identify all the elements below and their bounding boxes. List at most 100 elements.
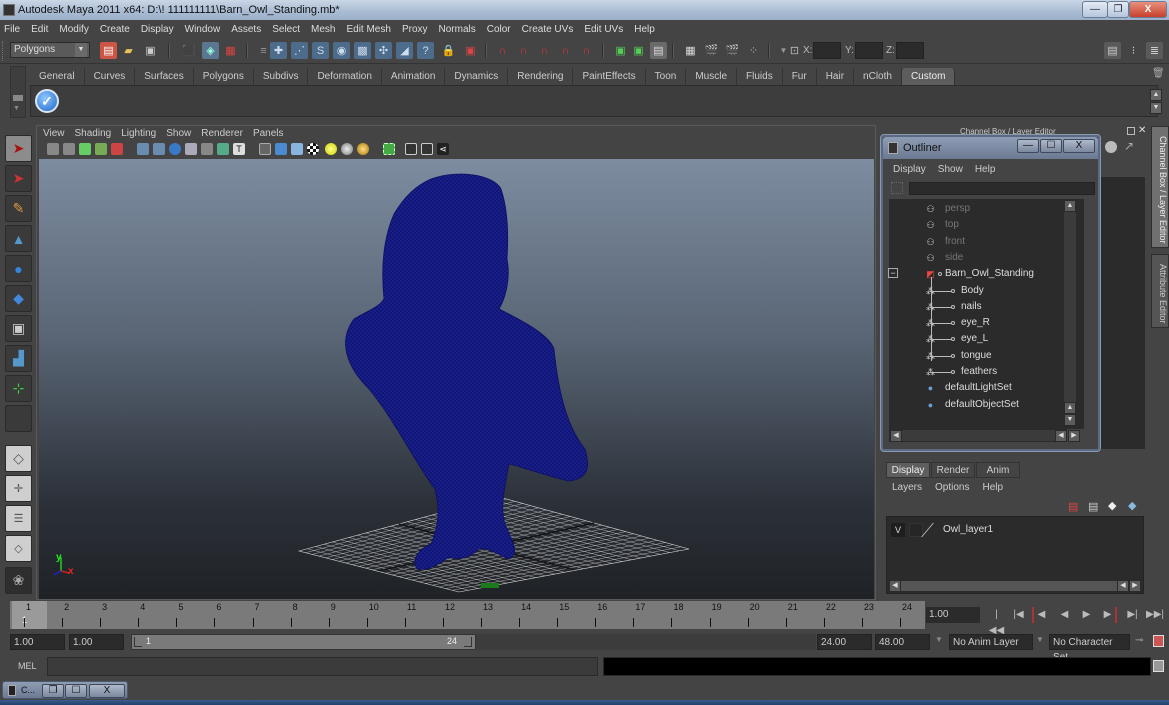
construction-history-icon[interactable]: ▤	[650, 42, 667, 59]
smooth-shade-icon[interactable]	[169, 143, 181, 155]
outliner-item-eye-r[interactable]: ⁂eye_R	[889, 315, 1059, 331]
image-plane-icon[interactable]	[95, 143, 107, 155]
go-to-end-button[interactable]: ▶▶|	[1146, 607, 1164, 623]
outliner-scroll-up-lower-button[interactable]: ▲	[1064, 402, 1076, 414]
outliner-horizontal-scrollbar[interactable]	[889, 429, 1067, 442]
viewport-menu-show[interactable]: Show	[166, 128, 191, 139]
shelf-tab-deformation[interactable]: Deformation	[308, 68, 382, 85]
close-panel-icon[interactable]: ✕	[1138, 125, 1146, 136]
step-forward-frame-button[interactable]: ▶	[1100, 607, 1117, 623]
isolate-select-icon[interactable]	[383, 143, 395, 155]
select-deformations-icon[interactable]: ▩	[354, 42, 371, 59]
step-forward-key-button[interactable]: ▶|	[1124, 607, 1141, 623]
script-editor-icon[interactable]	[1153, 660, 1164, 672]
viewport-menu-lighting[interactable]: Lighting	[121, 128, 156, 139]
layer-tab-render[interactable]: Render	[931, 462, 975, 478]
new-layer-icon[interactable]: ▤	[1088, 500, 1098, 513]
shelf-tab-fluids[interactable]: Fluids	[737, 68, 783, 85]
tab-channel-box[interactable]: Channel Box / Layer Editor	[1151, 126, 1169, 248]
open-scene-icon[interactable]: ▰	[120, 42, 137, 59]
collapse-toggle-icon[interactable]: −	[888, 268, 898, 279]
checkmark-shelf-icon[interactable]: ✓	[35, 89, 59, 113]
soft-modification-icon[interactable]: ▟	[5, 345, 32, 372]
command-input[interactable]	[47, 657, 598, 676]
viewport-menu-view[interactable]: View	[43, 128, 65, 139]
float-panel-icon[interactable]	[1127, 127, 1135, 135]
single-perspective-layout-icon[interactable]: ◇	[5, 445, 32, 472]
outliner-item-feathers[interactable]: ⁂ feathers	[889, 364, 1059, 380]
select-camera-icon[interactable]	[47, 143, 59, 155]
shelf-tab-curves[interactable]: Curves	[84, 68, 136, 85]
xray-icon[interactable]	[259, 143, 271, 155]
graph-persp-layout-icon[interactable]: ◇	[5, 535, 32, 562]
new-render-layer-selected-icon[interactable]: ◆	[1128, 499, 1136, 512]
shelf-tab-polygons[interactable]: Polygons	[193, 68, 254, 85]
menu-display[interactable]: Display	[141, 24, 174, 35]
current-time-field[interactable]: 1.00	[926, 607, 980, 623]
outliner-menu-help[interactable]: Help	[975, 164, 996, 175]
minimized-window[interactable]: C... ❐ ☐ X	[2, 681, 128, 699]
select-surfaces-icon[interactable]: ◉	[333, 42, 350, 59]
time-slider[interactable]: 1 12345678910111213141516171819202122232…	[10, 601, 925, 629]
outliner-item-persp[interactable]: ⚇ persp	[889, 201, 1059, 217]
layer-menu-layers[interactable]: Layers	[892, 482, 922, 493]
shadows-icon[interactable]	[341, 143, 353, 155]
minimized-close-button[interactable]: X	[89, 684, 125, 698]
layer-tab-display[interactable]: Display	[886, 462, 930, 478]
layer-visibility-toggle[interactable]: V	[891, 523, 905, 537]
outliner-filter-input[interactable]	[909, 182, 1095, 195]
shelf-options-chevron-icon[interactable]: ▼	[13, 105, 20, 112]
menu-help[interactable]: Help	[634, 24, 655, 35]
texture-icon[interactable]: T	[233, 143, 245, 155]
layer-scroll-left-end-button[interactable]: ◀	[1117, 580, 1129, 592]
select-rendering-icon[interactable]: ◢	[396, 42, 413, 59]
outliner-item-eye-l[interactable]: ⁂eye_L	[889, 331, 1059, 347]
play-backwards-button[interactable]: ◀	[1056, 607, 1073, 623]
start-time-field[interactable]: 1.00	[10, 634, 65, 650]
outliner-close-button[interactable]: X	[1063, 139, 1095, 153]
shelf-tab-surfaces[interactable]: Surfaces	[135, 68, 194, 85]
select-dynamics-icon[interactable]: ✣	[375, 42, 392, 59]
channel-box-display-icon[interactable]	[1105, 141, 1117, 153]
outliner-item-nails[interactable]: ⁂nails	[889, 299, 1059, 315]
flat-shade-icon[interactable]	[185, 143, 197, 155]
quick-layout-icon[interactable]: ❀	[5, 567, 32, 594]
minimized-maximize-button[interactable]: ☐	[65, 684, 87, 698]
layer-scroll-right-button[interactable]: ▶	[1129, 580, 1141, 592]
four-view-layout-icon[interactable]: ✛	[5, 475, 32, 502]
shelf-tab-rendering[interactable]: Rendering	[508, 68, 574, 85]
outliner-persp-layout-icon[interactable]: ☰	[5, 505, 32, 532]
lock-selection-icon[interactable]: 🔒	[440, 42, 457, 59]
viewport-menu-panels[interactable]: Panels	[253, 128, 284, 139]
shelf-tab-general[interactable]: General	[30, 68, 85, 85]
range-slider[interactable]: 1 24	[131, 634, 476, 650]
perspective-viewport[interactable]: y x	[39, 159, 874, 599]
move-tool-icon[interactable]: ▲	[5, 225, 32, 252]
trash-icon[interactable]: 🗑	[1152, 68, 1165, 79]
outliner-item-barn-owl-standing[interactable]: ◩ − Barn_Owl_Standing	[888, 266, 1059, 282]
outliner-scroll-left-end-button[interactable]: ◀	[1055, 430, 1067, 442]
shelf-tab-fur[interactable]: Fur	[782, 68, 817, 85]
playback-start-field[interactable]: 1.00	[69, 634, 124, 650]
select-curves-icon[interactable]: S	[312, 42, 329, 59]
layer-menu-options[interactable]: Options	[935, 482, 969, 493]
new-layer-selected-icon[interactable]: ▤	[1068, 500, 1078, 513]
menu-assets[interactable]: Assets	[231, 24, 261, 35]
outliner-item-defaultobjectset[interactable]: ● defaultObjectSet	[889, 397, 1059, 413]
share-icon[interactable]: ⋖	[437, 143, 449, 155]
bookmarks-icon[interactable]	[79, 143, 91, 155]
select-object-icon[interactable]: ◈	[202, 42, 219, 59]
wire-on-shaded-icon[interactable]	[291, 143, 303, 155]
range-start-handle[interactable]	[134, 637, 142, 647]
textured-icon[interactable]	[201, 143, 213, 155]
absolute-transform-icon[interactable]: ⊡	[786, 42, 803, 59]
shelf-scroll-down-button[interactable]: ▼	[1150, 102, 1162, 114]
select-joints-icon[interactable]: ⋰	[291, 42, 308, 59]
viewport-menu-shading[interactable]: Shading	[75, 128, 112, 139]
lasso-tool-icon[interactable]: ➤	[5, 165, 32, 192]
outliner-scroll-down-button[interactable]: ▼	[1064, 414, 1076, 426]
outliner-item-body[interactable]: ⁂Body	[889, 283, 1059, 299]
menu-edit[interactable]: Edit	[31, 24, 48, 35]
outliner-scroll-up-button[interactable]: ▲	[1064, 200, 1076, 212]
shelf-tab-subdivs[interactable]: Subdivs	[253, 68, 309, 85]
